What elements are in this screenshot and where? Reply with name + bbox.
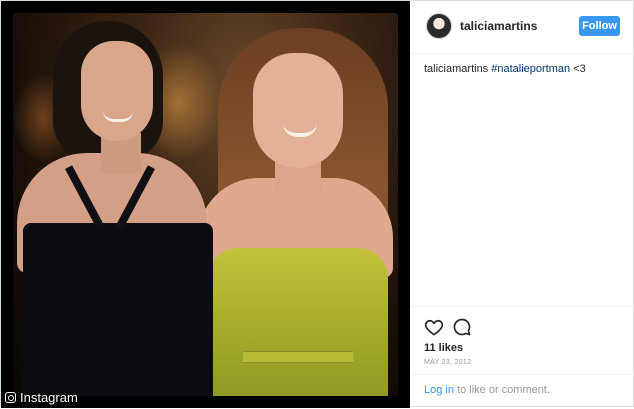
heart-icon[interactable] [424,317,444,337]
likes-count[interactable]: 11 likes [424,342,463,354]
login-text: to like or comment. [453,384,550,396]
watermark-label: Instagram [20,390,78,405]
instagram-embed: Instagram taliciamartins Follow taliciam… [0,0,634,408]
post-actions: 11 likes MAY 23, 2012 Log in to like or … [410,306,634,409]
caption-username[interactable]: taliciamartins [424,63,488,75]
instagram-watermark: Instagram [5,390,78,405]
instagram-icon [5,392,16,403]
caption-hashtag[interactable]: #natalieportman [491,63,570,75]
caption-text: <3 [570,63,586,75]
login-link[interactable]: Log in [424,384,454,396]
post-header: taliciamartins Follow [410,1,634,54]
photo-image [13,13,398,396]
post-date: MAY 23, 2012 [424,359,472,366]
caption: taliciamartins #natalieportman <3 [424,63,586,75]
post-sidebar: taliciamartins Follow taliciamartins #na… [410,1,634,408]
username-link[interactable]: taliciamartins [460,19,537,33]
avatar[interactable] [426,13,452,39]
comment-icon[interactable] [452,317,472,337]
post-photo[interactable]: Instagram [1,1,410,408]
login-prompt: Log in to like or comment. [410,374,634,396]
follow-button[interactable]: Follow [579,16,620,36]
